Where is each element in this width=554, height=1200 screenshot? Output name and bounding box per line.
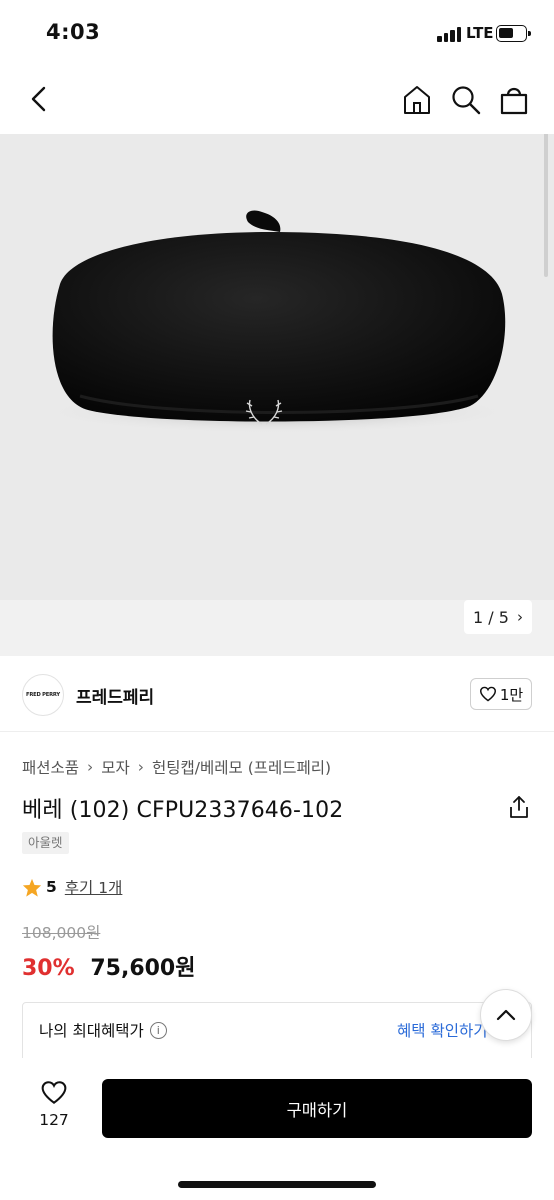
review-link[interactable]: 후기 1개 (65, 876, 123, 898)
product-image-gallery[interactable]: 1 / 5 › (0, 134, 554, 656)
top-nav (0, 64, 554, 134)
wishlist-count: 127 (39, 1111, 69, 1129)
heart-icon (479, 686, 496, 702)
rating-score: 5 (46, 878, 57, 896)
breadcrumb: 패션소품 › 모자 › 헌팅캡/베레모 (프레드페리) (22, 756, 331, 778)
chevron-right-icon: › (137, 758, 144, 776)
search-icon[interactable] (450, 84, 482, 116)
gallery-page-counter[interactable]: 1 / 5 › (464, 600, 532, 634)
original-price: 108,000원 (22, 924, 101, 942)
status-bar: 4:03 LTE (0, 0, 554, 64)
wishlist-button[interactable]: 127 (26, 1080, 82, 1129)
heart-icon (41, 1081, 67, 1105)
share-icon[interactable] (507, 794, 531, 820)
scroll-to-top-button[interactable] (480, 989, 532, 1041)
brand-name[interactable]: 프레드페리 (76, 683, 154, 708)
back-icon[interactable] (26, 84, 54, 114)
star-icon (22, 878, 42, 897)
gallery-counter-label: 1 / 5 (473, 607, 509, 627)
breadcrumb-item[interactable]: 패션소품 (22, 756, 79, 778)
benefit-label-row: 나의 최대혜택가 i (39, 1019, 167, 1041)
battery-icon (496, 25, 531, 42)
buy-button[interactable]: 구매하기 (102, 1079, 532, 1138)
benefit-label: 나의 최대혜택가 (39, 1022, 144, 1040)
discount-rate: 30% (22, 956, 75, 981)
product-title: 베레 (102) CFPU2337646-102 (22, 798, 344, 823)
bottom-purchase-bar: 127 구매하기 (0, 1058, 554, 1200)
product-image (37, 210, 517, 434)
shopping-bag-icon[interactable] (498, 84, 530, 116)
sale-price: 75,600원 (90, 956, 196, 981)
signal-icon (437, 26, 463, 42)
home-indicator (178, 1181, 376, 1188)
home-icon[interactable] (401, 84, 433, 116)
brand-like-count: 1만 (499, 685, 524, 704)
rating-row[interactable]: 5 후기 1개 (22, 876, 122, 898)
scrollbar (544, 134, 548, 277)
chevron-up-icon (496, 1009, 516, 1021)
info-icon[interactable]: i (149, 1021, 167, 1039)
price-row: 30% 75,600원 (22, 950, 195, 982)
network-label: LTE (466, 24, 494, 42)
brand-logo[interactable]: FRED PERRY (22, 674, 64, 716)
outlet-tag: 아울렛 (22, 832, 69, 854)
chevron-right-icon: › (87, 758, 94, 776)
brand-row[interactable]: FRED PERRY 프레드페리 1만 (0, 656, 554, 732)
check-benefit-link[interactable]: 혜택 확인하기 (397, 1019, 488, 1041)
brand-like-button[interactable]: 1만 (470, 678, 532, 710)
status-time: 4:03 (46, 20, 101, 44)
breadcrumb-item[interactable]: 헌팅캡/베레모 (프레드페리) (152, 756, 331, 778)
chevron-right-icon: › (516, 608, 523, 626)
breadcrumb-item[interactable]: 모자 (101, 756, 130, 778)
